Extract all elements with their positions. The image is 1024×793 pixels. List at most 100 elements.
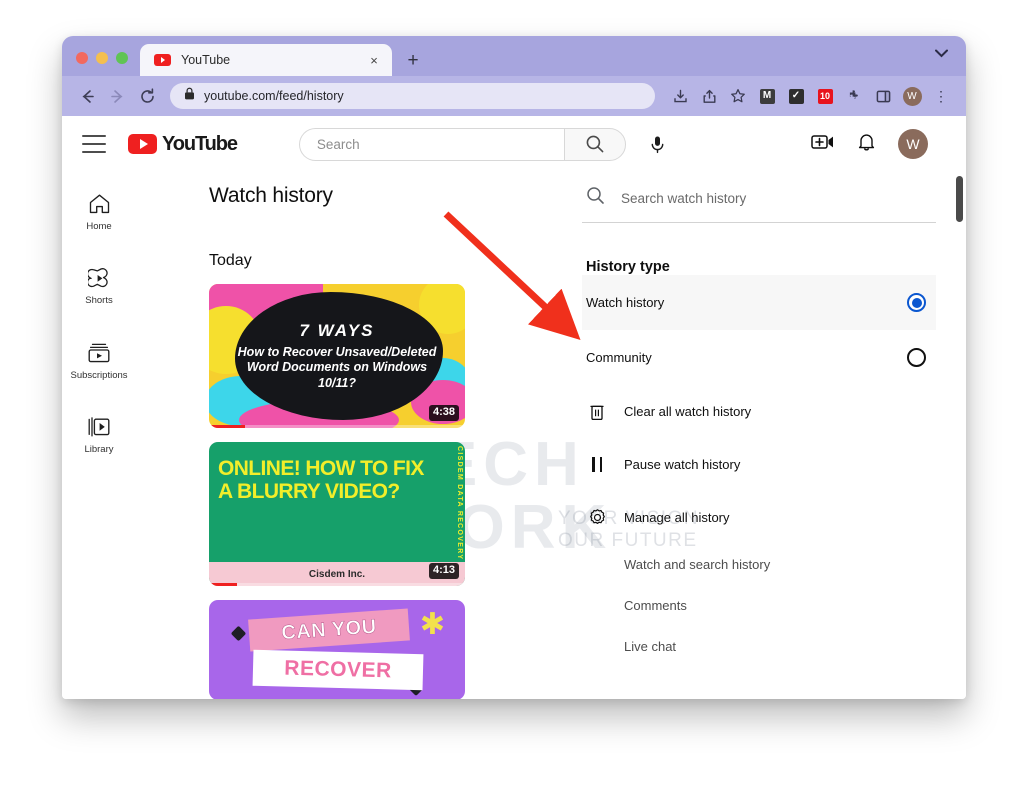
sidebar-item-library[interactable]: Library [65, 409, 133, 461]
pause-watch-history-button[interactable]: Pause watch history [582, 438, 936, 491]
scrollbar-thumb[interactable] [956, 176, 963, 222]
maximize-window-button[interactable] [116, 52, 128, 64]
section-label-today: Today [209, 252, 252, 269]
close-window-button[interactable] [76, 52, 88, 64]
profile-avatar[interactable]: W [899, 83, 925, 109]
bookmark-star-icon[interactable] [725, 83, 751, 109]
account-avatar[interactable]: W [898, 129, 928, 159]
action-label: Pause watch history [624, 457, 741, 472]
video-thumbnail-1[interactable]: 7 WAYS How to Recover Unsaved/Deleted Wo… [209, 284, 465, 428]
extension-gmail-icon[interactable]: M [754, 83, 780, 109]
youtube-header-actions: W [811, 129, 950, 159]
video-thumbnail-3[interactable]: ✱ CAN YOU RECOVER [209, 600, 465, 699]
youtube-favicon-icon [154, 54, 171, 66]
youtube-logo[interactable]: YouTube [128, 132, 238, 156]
back-button[interactable] [74, 83, 100, 109]
radio-button[interactable] [907, 348, 926, 367]
page-scrollbar[interactable] [952, 172, 966, 699]
sidebar-item-label: Subscriptions [70, 369, 128, 381]
install-app-icon[interactable] [667, 83, 693, 109]
search-placeholder: Search [316, 136, 360, 152]
address-bar[interactable]: youtube.com/feed/history [170, 83, 655, 109]
gmail-badge: M [759, 88, 775, 104]
video-duration: 4:13 [428, 563, 459, 579]
avatar-initial: W [902, 86, 922, 106]
history-type-option-watch-history[interactable]: Watch history [582, 275, 936, 330]
red-badge: 10 [817, 88, 833, 104]
share-icon[interactable] [696, 83, 722, 109]
new-tab-button[interactable]: + [398, 44, 428, 76]
tab-title: YouTube [181, 53, 231, 67]
youtube-header: YouTube Search W [62, 116, 966, 172]
option-label: Community [586, 350, 652, 365]
thumbnail-band-2-text: RECOVER [284, 656, 392, 683]
thumbnail-text: 7 WAYS How to Recover Unsaved/Deleted Wo… [209, 284, 465, 428]
sidebar-item-shorts[interactable]: Shorts [65, 260, 133, 312]
page-viewport: TECH WORK YOUR VISION OUR FUTURE YouTube… [62, 116, 966, 699]
window-traffic-lights [62, 52, 140, 76]
clear-all-watch-history-button[interactable]: Clear all watch history [582, 385, 936, 438]
manage-all-history-button[interactable]: Manage all history [582, 491, 936, 544]
youtube-logo-text: YouTube [162, 132, 238, 155]
manage-sub-item-comments[interactable]: Comments [582, 585, 936, 626]
hamburger-menu-icon[interactable] [82, 135, 106, 153]
thumbnail-brand: Cisdem Inc. [308, 568, 366, 580]
manage-sub-item-live-chat[interactable]: Live chat [582, 626, 936, 667]
browser-tab-strip: YouTube × + [62, 36, 966, 76]
url-text: youtube.com/feed/history [204, 89, 344, 103]
library-icon [87, 415, 111, 439]
action-label: Clear all watch history [624, 404, 752, 419]
decor-shape [230, 625, 247, 642]
youtube-search-group: Search [298, 127, 675, 161]
thumbnail-side-text: CISDEM DATA RECOVERY [456, 446, 463, 561]
omnibox-actions: M ✓ 10 W ⋮ [667, 83, 954, 109]
radio-button-selected[interactable] [907, 293, 926, 312]
gear-icon [586, 508, 608, 527]
search-watch-history-input[interactable]: Search watch history [582, 186, 936, 223]
subscriptions-icon [87, 341, 111, 365]
close-icon[interactable]: × [366, 52, 382, 68]
watch-progress-bar [209, 425, 465, 428]
check-badge: ✓ [788, 88, 804, 104]
search-input[interactable]: Search [298, 127, 564, 161]
manage-sub-item-watch-and-search-history[interactable]: Watch and search history [582, 544, 936, 585]
sub-item-label: Live chat [624, 639, 677, 654]
sidebar-item-home[interactable]: Home [65, 186, 133, 238]
browser-window: YouTube × + youtube.com/feed/history M ✓… [62, 36, 966, 699]
notifications-bell-icon[interactable] [857, 132, 876, 157]
sub-item-label: Watch and search history [624, 557, 771, 572]
voice-search-icon[interactable] [641, 127, 675, 161]
extension-red-icon[interactable]: 10 [812, 83, 838, 109]
youtube-sidebar: Home Shorts Subscriptions Library [62, 172, 136, 699]
sidebar-item-subscriptions[interactable]: Subscriptions [65, 335, 133, 387]
page-title: Watch history [209, 184, 333, 207]
history-type-option-community[interactable]: Community [582, 330, 936, 385]
extension-check-icon[interactable]: ✓ [783, 83, 809, 109]
pause-icon [586, 457, 608, 472]
minimize-window-button[interactable] [96, 52, 108, 64]
search-submit-button[interactable] [563, 127, 626, 161]
sub-item-label: Comments [624, 598, 687, 613]
thumbnail-band-2: RECOVER [252, 649, 424, 691]
side-panel-icon[interactable] [870, 83, 896, 109]
shorts-icon [87, 266, 111, 290]
option-label: Watch history [586, 295, 665, 310]
reload-button[interactable] [134, 83, 160, 109]
history-type-heading: History type [586, 259, 670, 275]
sidebar-item-label: Home [86, 221, 112, 232]
trash-icon [586, 403, 608, 421]
thumbnail-headline: 7 WAYS [299, 320, 375, 340]
lock-icon [184, 87, 195, 105]
browser-menu-button[interactable]: ⋮ [928, 83, 954, 109]
chevron-down-icon[interactable] [935, 47, 948, 60]
thumbnail-band-1-text: CAN YOU [280, 615, 378, 644]
home-icon [88, 192, 111, 216]
create-video-icon[interactable] [811, 133, 835, 156]
browser-tab-youtube[interactable]: YouTube × [140, 44, 392, 76]
video-thumbnail-2[interactable]: ONLINE! HOW TO FIX A BLURRY VIDEO? CISDE… [209, 442, 465, 586]
kebab-icon: ⋮ [934, 88, 948, 104]
forward-button[interactable] [104, 83, 130, 109]
browser-toolbar: youtube.com/feed/history M ✓ 10 W ⋮ [62, 76, 966, 116]
extensions-puzzle-icon[interactable] [841, 83, 867, 109]
youtube-play-icon [128, 134, 157, 154]
